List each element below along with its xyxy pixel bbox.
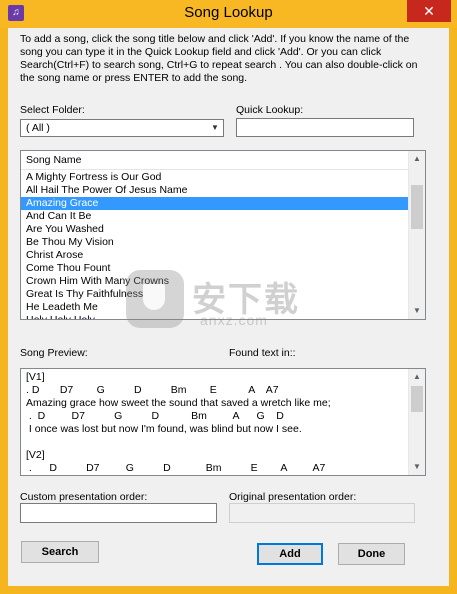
- song-lookup-window: ♫ Song Lookup ✕ To add a song, click the…: [0, 0, 457, 594]
- instructions-text: To add a song, click the song title belo…: [20, 33, 418, 84]
- preview-line: . D D7 G D Bm E A A7: [26, 462, 326, 474]
- shield-icon: [126, 270, 184, 328]
- scroll-thumb[interactable]: [411, 386, 423, 412]
- song-list-item[interactable]: Amazing Grace: [21, 197, 409, 210]
- chevron-down-icon: ▼: [211, 123, 219, 132]
- song-name-header-label: Song Name: [26, 154, 82, 166]
- song-list-item[interactable]: Are You Washed: [21, 223, 409, 236]
- custom-order-input[interactable]: [20, 503, 217, 523]
- close-button[interactable]: ✕: [407, 0, 451, 22]
- preview-line: I once was lost but now I'm found, was b…: [26, 423, 302, 435]
- song-list-item[interactable]: All Hail The Power Of Jesus Name: [21, 184, 409, 197]
- watermark-subtext: anxz.com: [200, 312, 268, 328]
- custom-order-label: Custom presentation order:: [20, 491, 148, 503]
- song-list-item[interactable]: And Can It Be: [21, 210, 409, 223]
- original-order-label: Original presentation order:: [229, 491, 357, 503]
- found-text-label: Found text in::: [229, 347, 296, 359]
- preview-line: [V1]: [26, 371, 45, 383]
- quick-lookup-input[interactable]: [236, 118, 414, 137]
- original-order-field: [229, 503, 415, 523]
- song-preview-label: Song Preview:: [20, 347, 88, 359]
- preview-scrollbar[interactable]: ▲ ▼: [408, 369, 425, 475]
- scroll-thumb[interactable]: [411, 185, 423, 229]
- scroll-up-icon[interactable]: ▲: [409, 370, 425, 384]
- scroll-up-icon[interactable]: ▲: [409, 152, 425, 166]
- song-list-item[interactable]: A Mighty Fortress is Our God: [21, 171, 409, 184]
- quick-lookup-label: Quick Lookup:: [236, 104, 304, 116]
- folder-select-value: ( All ): [26, 122, 50, 134]
- select-folder-label: Select Folder:: [20, 104, 85, 116]
- preview-line: . D D7 G D Bm A G D: [26, 410, 284, 422]
- song-list-item[interactable]: Be Thou My Vision: [21, 236, 409, 249]
- scroll-down-icon[interactable]: ▼: [409, 304, 425, 318]
- preview-line: [V2]: [26, 449, 45, 461]
- song-list-item[interactable]: Christ Arose: [21, 249, 409, 262]
- add-button[interactable]: Add: [257, 543, 323, 565]
- window-title: Song Lookup: [184, 4, 273, 21]
- dialog-body: To add a song, click the song title belo…: [8, 28, 449, 586]
- done-button[interactable]: Done: [338, 543, 405, 565]
- title-bar: ♫ Song Lookup ✕: [0, 0, 457, 28]
- watermark-logo: 安下载 anxz.com: [126, 270, 346, 330]
- scroll-down-icon[interactable]: ▼: [409, 460, 425, 474]
- song-name-column-header[interactable]: Song Name: [21, 151, 410, 170]
- preview-line: . D D7 G D Bm E A A7: [26, 384, 279, 396]
- song-preview-box[interactable]: [V1]. D D7 G D Bm E A A7 Amazing grace ho…: [20, 368, 426, 476]
- preview-line: Amazing grace how sweet the sound that s…: [26, 397, 331, 409]
- search-button[interactable]: Search: [21, 541, 99, 563]
- song-list-scrollbar[interactable]: ▲ ▼: [408, 151, 425, 319]
- folder-select[interactable]: ( All ) ▼: [20, 119, 224, 137]
